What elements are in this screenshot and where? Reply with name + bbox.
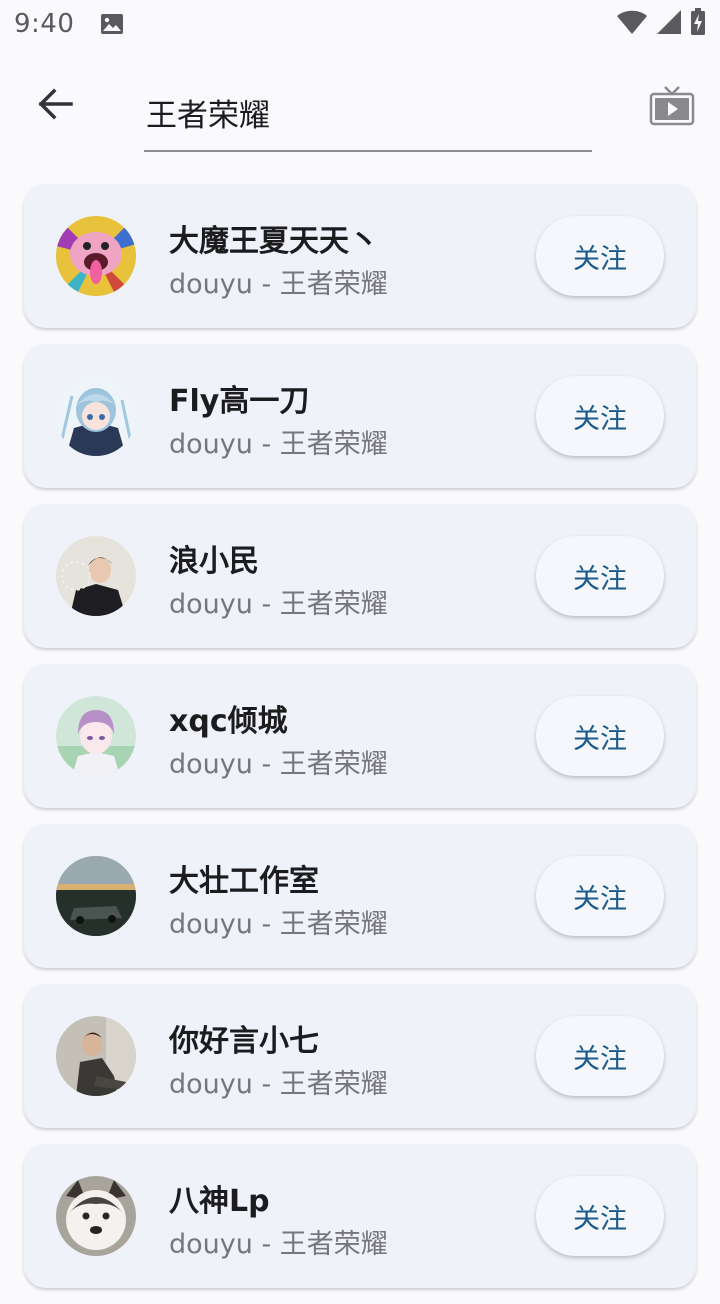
streamer-name: xqc倾城 [169, 704, 288, 739]
follow-button[interactable]: 关注 [536, 856, 664, 936]
list-item[interactable]: 你好言小七 douyu - 王者荣耀 关注 [24, 984, 696, 1128]
back-button[interactable] [26, 76, 86, 136]
list-item[interactable]: xqc倾城 douyu - 王者荣耀 关注 [24, 664, 696, 808]
streamer-name: 你好言小七 [169, 1024, 319, 1059]
result-list: 大魔王夏天天丶 douyu - 王者荣耀 关注 Fly高一刀 douyu - 王… [24, 184, 696, 1304]
streamer-name: 浪小民 [169, 544, 259, 579]
avatar [56, 216, 136, 296]
status-time: 9:40 [14, 9, 75, 39]
streamer-subtitle: douyu - 王者荣耀 [169, 589, 388, 620]
tv-button[interactable] [642, 78, 702, 138]
follow-button[interactable]: 关注 [536, 536, 664, 616]
image-icon [100, 13, 124, 35]
avatar [56, 376, 136, 456]
streamer-name: 大魔王夏天天丶 [169, 224, 379, 259]
streamer-subtitle: douyu - 王者荣耀 [169, 1069, 388, 1100]
list-item[interactable]: Fly高一刀 douyu - 王者荣耀 关注 [24, 344, 696, 488]
avatar [56, 696, 136, 776]
battery-charging-icon [690, 8, 706, 40]
streamer-subtitle: douyu - 王者荣耀 [169, 749, 388, 780]
avatar [56, 1176, 136, 1256]
list-item[interactable]: 浪小民 douyu - 王者荣耀 关注 [24, 504, 696, 648]
streamer-name: 大壮工作室 [169, 864, 319, 899]
tv-icon [649, 85, 695, 131]
list-item[interactable]: 八神Lp douyu - 王者荣耀 关注 [24, 1144, 696, 1288]
follow-button[interactable]: 关注 [536, 376, 664, 456]
follow-button[interactable]: 关注 [536, 216, 664, 296]
streamer-subtitle: douyu - 王者荣耀 [169, 909, 388, 940]
avatar [56, 1016, 136, 1096]
search-field[interactable] [144, 74, 592, 152]
streamer-subtitle: douyu - 王者荣耀 [169, 429, 388, 460]
streamer-subtitle: douyu - 王者荣耀 [169, 269, 388, 300]
streamer-name: 八神Lp [169, 1184, 270, 1219]
top-bar [0, 60, 720, 160]
avatar [56, 536, 136, 616]
status-icons [616, 8, 706, 40]
wifi-icon [616, 9, 648, 39]
signal-icon [656, 9, 682, 39]
streamer-subtitle: douyu - 王者荣耀 [169, 1229, 388, 1260]
search-input[interactable] [144, 94, 592, 130]
list-item[interactable]: 大魔王夏天天丶 douyu - 王者荣耀 关注 [24, 184, 696, 328]
follow-button[interactable]: 关注 [536, 696, 664, 776]
streamer-name: Fly高一刀 [169, 384, 310, 419]
follow-button[interactable]: 关注 [536, 1176, 664, 1256]
avatar [56, 856, 136, 936]
follow-button[interactable]: 关注 [536, 1016, 664, 1096]
status-bar: 9:40 [0, 0, 720, 48]
list-item[interactable]: 大壮工作室 douyu - 王者荣耀 关注 [24, 824, 696, 968]
arrow-left-icon [38, 88, 74, 124]
